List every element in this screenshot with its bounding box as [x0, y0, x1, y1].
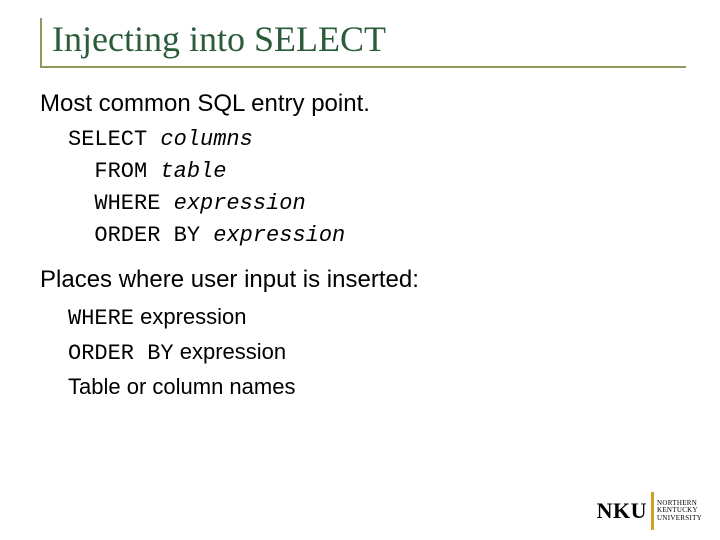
- code-keyword: ORDER BY: [68, 223, 213, 248]
- slide-title: Injecting into SELECT: [52, 18, 686, 60]
- insertion-points-block: WHERE expression ORDER BY expression Tab…: [68, 300, 710, 403]
- logo-line: UNIVERSITY: [657, 515, 702, 522]
- list-item: Table or column names: [68, 370, 710, 403]
- inline-text: expression: [174, 339, 287, 364]
- code-placeholder: expression: [213, 223, 345, 248]
- title-rule: Injecting into SELECT: [40, 18, 686, 68]
- code-keyword: FROM: [68, 159, 160, 184]
- code-placeholder: columns: [160, 127, 252, 152]
- nku-logo: NKU NORTHERN KENTUCKY UNIVERSITY: [593, 496, 702, 526]
- list-item: WHERE expression: [68, 300, 710, 335]
- inline-text: expression: [134, 304, 247, 329]
- code-keyword: WHERE: [68, 191, 174, 216]
- code-placeholder: table: [160, 159, 226, 184]
- section-heading-2: Places where user input is inserted:: [40, 266, 710, 294]
- code-line: FROM table: [68, 156, 710, 188]
- code-placeholder: expression: [174, 191, 306, 216]
- code-keyword: SELECT: [68, 127, 160, 152]
- code-line: ORDER BY expression: [68, 220, 710, 252]
- inline-code: WHERE: [68, 306, 134, 331]
- logo-mark: NKU: [593, 496, 651, 526]
- logo-text: NORTHERN KENTUCKY UNIVERSITY: [657, 500, 702, 522]
- code-line: WHERE expression: [68, 188, 710, 220]
- inline-code: ORDER BY: [68, 341, 174, 366]
- code-line: SELECT columns: [68, 124, 710, 156]
- sql-code-block: SELECT columns FROM table WHERE expressi…: [68, 124, 710, 252]
- section-heading-1: Most common SQL entry point.: [40, 90, 710, 118]
- inline-text: Table or column names: [68, 374, 295, 399]
- list-item: ORDER BY expression: [68, 335, 710, 370]
